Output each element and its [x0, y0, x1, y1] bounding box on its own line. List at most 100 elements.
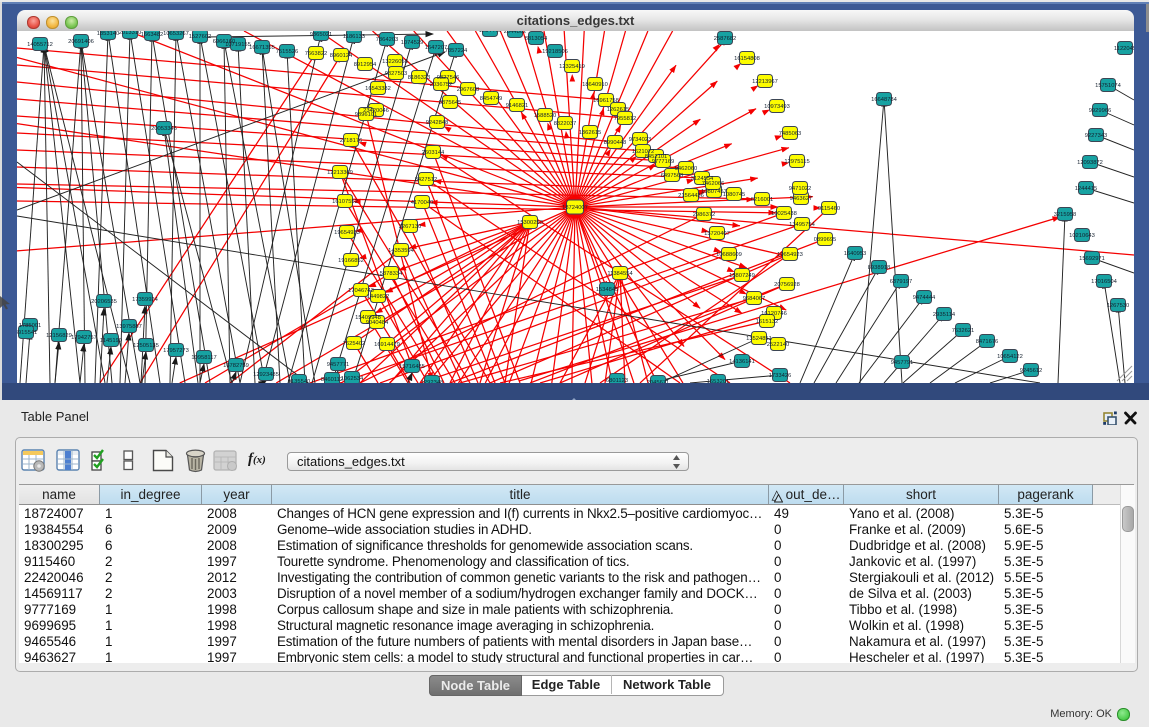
svg-text:14055712: 14055712 [27, 42, 53, 48]
svg-text:12923485: 12923485 [253, 372, 279, 378]
svg-text:1663482: 1663482 [141, 32, 164, 38]
svg-text:2045671: 2045671 [647, 380, 670, 383]
svg-text:10688609: 10688609 [716, 252, 742, 258]
svg-text:18807249: 18807249 [729, 273, 755, 279]
svg-text:12975115: 12975115 [784, 159, 809, 165]
svg-text:0899695: 0899695 [814, 237, 837, 243]
svg-text:1853140: 1853140 [97, 31, 120, 37]
svg-text:8454749: 8454749 [480, 96, 503, 102]
svg-text:20756928: 20756928 [774, 282, 800, 288]
svg-text:9896101: 9896101 [355, 112, 378, 118]
svg-text:20053346: 20053346 [151, 126, 177, 132]
svg-text:16782759: 16782759 [223, 363, 249, 369]
svg-text:3915541: 3915541 [17, 330, 37, 336]
svg-text:16120746: 16120746 [761, 311, 787, 317]
svg-text:19218506: 19218506 [542, 49, 568, 55]
svg-text:8813054: 8813054 [525, 36, 548, 42]
svg-text:8186323: 8186323 [408, 75, 431, 81]
svg-text:9327546: 9327546 [437, 75, 460, 81]
svg-text:2935114: 2935114 [933, 312, 956, 318]
svg-text:19654933: 19654933 [334, 230, 360, 236]
svg-text:14136141: 14136141 [729, 359, 755, 365]
svg-text:15720407: 15720407 [704, 231, 730, 237]
svg-text:2044862: 2044862 [504, 31, 527, 35]
svg-text:1145190: 1145190 [100, 338, 122, 344]
svg-text:2013310: 2013310 [119, 31, 142, 36]
svg-text:1733426: 1733426 [769, 373, 792, 379]
svg-text:12213369: 12213369 [327, 170, 353, 176]
svg-text:12213967: 12213967 [752, 79, 778, 85]
svg-text:2986372: 2986372 [693, 212, 716, 218]
svg-text:7955812: 7955812 [614, 116, 637, 122]
svg-text:10025438: 10025438 [771, 211, 797, 217]
svg-text:12093872: 12093872 [1077, 160, 1103, 166]
svg-text:14353594: 14353594 [388, 248, 415, 254]
svg-text:6497568: 6497568 [661, 173, 684, 179]
svg-text:9457771: 9457771 [327, 362, 350, 368]
svg-text:16961758: 16961758 [593, 98, 619, 104]
svg-text:10654122: 10654122 [997, 354, 1023, 360]
svg-text:16914479: 16914479 [374, 342, 400, 348]
svg-text:18640910: 18640910 [582, 82, 608, 88]
svg-text:19654923: 19654923 [777, 252, 803, 258]
svg-text:16671355: 16671355 [249, 45, 275, 51]
svg-text:7485063: 7485063 [779, 131, 802, 137]
svg-text:1527602: 1527602 [189, 34, 212, 40]
svg-text:1449822: 1449822 [367, 294, 390, 300]
svg-text:1653201: 1653201 [707, 379, 730, 383]
svg-text:2036752: 2036752 [430, 82, 453, 88]
svg-text:7515526: 7515526 [276, 49, 299, 55]
svg-text:8912954: 8912954 [354, 62, 377, 68]
svg-text:9327503: 9327503 [385, 71, 408, 77]
svg-text:9471022: 9471022 [789, 186, 812, 192]
svg-text:1186133: 1186133 [343, 34, 365, 40]
svg-text:9463627: 9463627 [790, 196, 813, 202]
svg-text:10210643: 10210643 [1069, 233, 1095, 239]
svg-text:10973493: 10973493 [764, 104, 790, 110]
svg-text:3267130: 3267130 [399, 224, 422, 230]
svg-text:1244415: 1244415 [1075, 186, 1098, 192]
svg-text:12325419: 12325419 [559, 64, 585, 70]
svg-text:9365021: 9365021 [310, 32, 333, 38]
svg-text:17957273: 17957273 [163, 348, 189, 354]
svg-text:8471676: 8471676 [976, 339, 999, 345]
svg-text:12505135: 12505135 [133, 343, 159, 349]
svg-text:13975887: 13975887 [116, 324, 142, 330]
svg-text:10958117: 10958117 [191, 355, 216, 361]
svg-text:1284475: 1284475 [479, 31, 502, 34]
svg-text:6216001: 6216001 [751, 197, 774, 203]
svg-text:16154808: 16154808 [734, 56, 760, 62]
svg-text:7857224: 7857224 [445, 48, 468, 54]
svg-text:20691406: 20691406 [68, 39, 94, 45]
svg-text:7632621: 7632621 [952, 328, 975, 334]
svg-text:9929966: 9929966 [1089, 108, 1112, 114]
svg-text:8322037: 8322037 [554, 121, 577, 127]
svg-text:10653267: 10653267 [163, 31, 189, 37]
svg-text:6379197: 6379197 [890, 279, 913, 285]
svg-text:9242848: 9242848 [426, 120, 449, 126]
svg-text:8938918: 8938918 [868, 265, 891, 271]
svg-text:20206535: 20206535 [91, 299, 117, 305]
svg-text:9227343: 9227343 [1085, 133, 1108, 139]
svg-text:17359924: 17359924 [132, 297, 159, 303]
svg-text:9146821: 9146821 [506, 103, 529, 109]
svg-text:7625402: 7625402 [343, 341, 366, 347]
svg-text:8990448: 8990448 [604, 140, 627, 146]
svg-text:1122045: 1122045 [1114, 46, 1134, 52]
svg-text:7864203: 7864203 [376, 37, 399, 43]
svg-text:9457791: 9457791 [891, 360, 914, 366]
svg-text:9474444: 9474444 [913, 295, 936, 301]
svg-text:9135540: 9135540 [288, 379, 311, 383]
svg-text:1292348: 1292348 [421, 380, 444, 383]
svg-text:9115460: 9115460 [818, 206, 840, 212]
svg-text:1640953: 1640953 [844, 251, 867, 257]
svg-text:2603144: 2603144 [422, 150, 445, 156]
svg-text:1267530: 1267530 [1107, 303, 1130, 309]
svg-text:2587682: 2587682 [714, 36, 737, 42]
svg-text:9462060: 9462060 [675, 166, 698, 172]
svg-text:16648784: 16648784 [871, 97, 898, 103]
svg-text:1588520: 1588520 [534, 113, 557, 119]
svg-text:9684067: 9684067 [743, 296, 766, 302]
svg-text:1785001: 1785001 [19, 323, 42, 329]
svg-text:10719155: 10719155 [225, 42, 251, 48]
